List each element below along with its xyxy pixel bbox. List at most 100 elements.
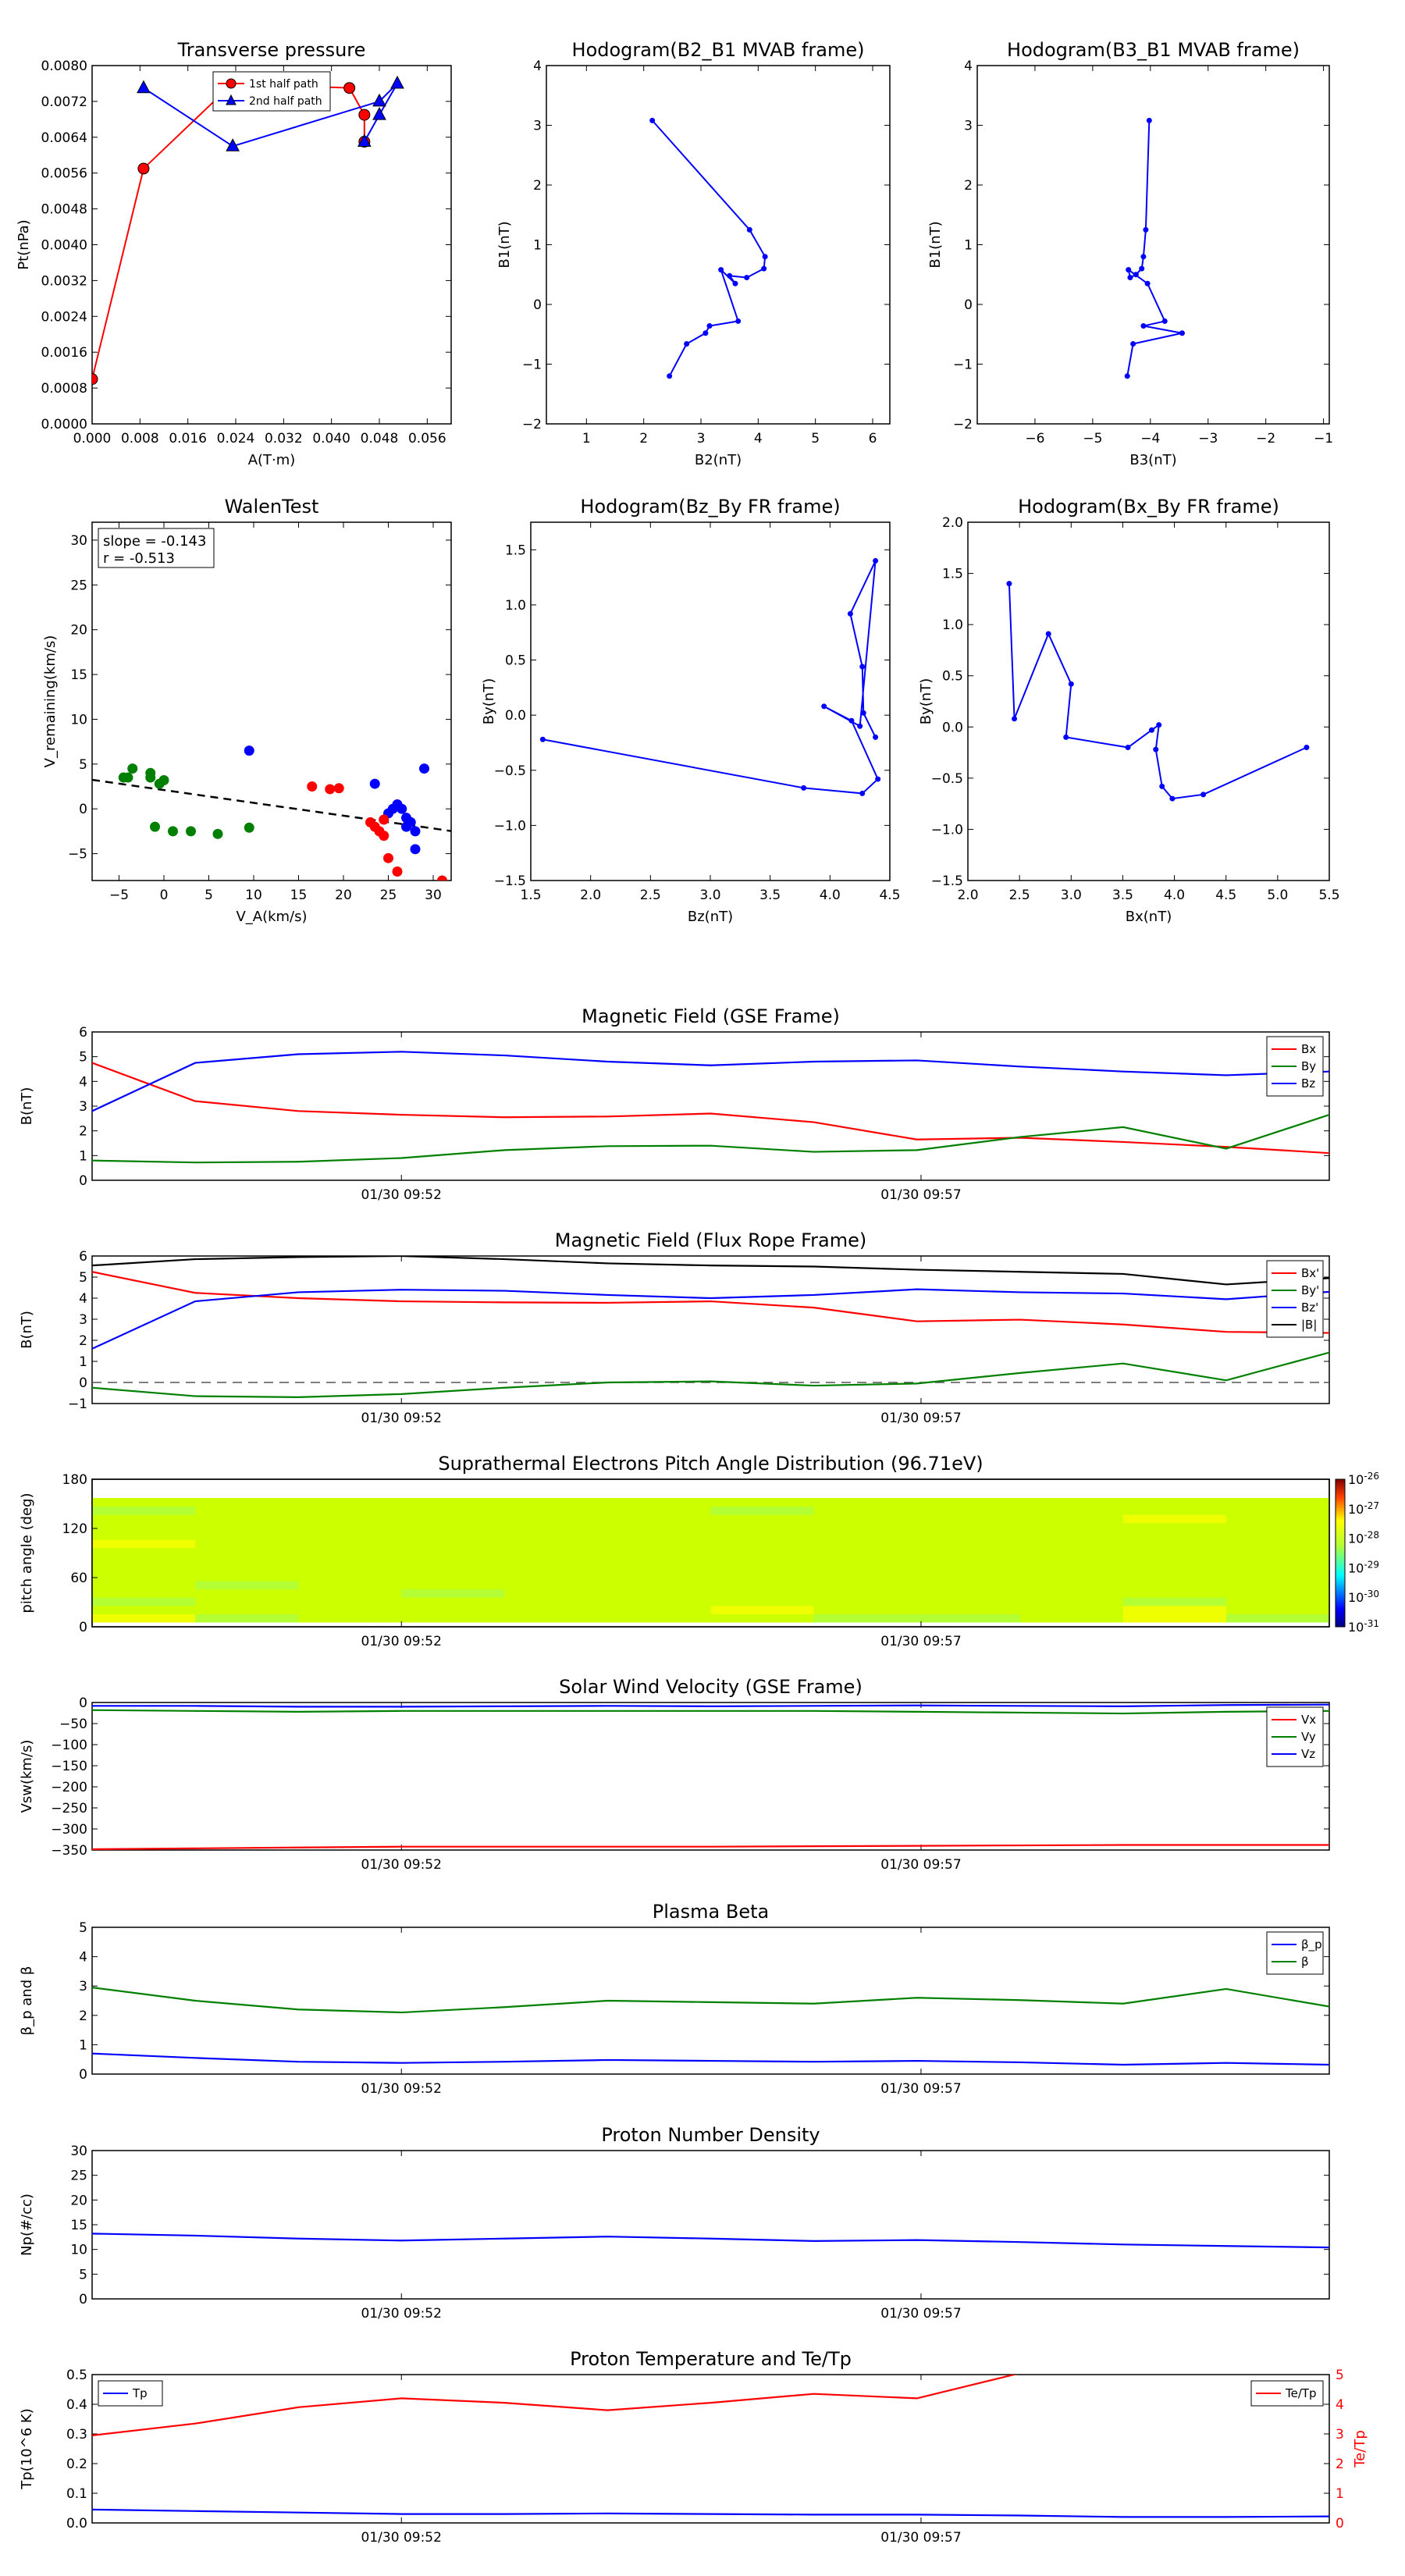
x-tick-label: 01/30 09:52 <box>361 1411 442 1426</box>
data-point <box>158 774 169 785</box>
heatmap-cell <box>92 1581 196 1590</box>
x-tick-label: 2.0 <box>957 888 978 903</box>
heatmap-cell <box>92 1531 196 1540</box>
x-tick-label: 5.0 <box>1267 888 1288 903</box>
y-tick-label: 1.0 <box>942 617 963 633</box>
x-axis-label: V_A(km/s) <box>236 909 307 925</box>
y-tick-label: 0.0080 <box>41 59 87 74</box>
legend-label: 2nd half path <box>249 95 322 108</box>
legend-label: By <box>1301 1059 1316 1073</box>
heatmap-cell <box>298 1556 402 1565</box>
x-tick-label: −4 <box>1140 431 1160 447</box>
data-point <box>379 831 389 841</box>
y-tick-label: −2 <box>953 417 973 432</box>
x-tick-label: 01/30 09:52 <box>361 1634 442 1649</box>
y-tick-label: 2 <box>79 1124 87 1140</box>
panel-h3: Hodogram(Bz_By FR frame) −1.5 −1.0 −0.5 0.0 0… <box>481 496 901 925</box>
data-point <box>212 828 223 839</box>
y-tick-label: 0.5 <box>942 669 963 685</box>
data-point <box>1156 722 1162 728</box>
x-tick-label: 10 <box>245 888 262 903</box>
y-tick-label: 5 <box>79 1920 87 1936</box>
data-point <box>369 778 380 789</box>
heatmap-cell <box>1019 1581 1124 1590</box>
data-point <box>873 734 879 740</box>
y-tick-label: 0.0 <box>942 720 963 735</box>
data-point <box>649 117 656 123</box>
heatmap-cell <box>916 1539 1021 1549</box>
heatmap-cell <box>1225 1506 1330 1515</box>
heatmap-cell <box>504 1597 608 1606</box>
chart-title: WalenTest <box>225 496 319 518</box>
y-tick-label: 10 <box>70 712 87 728</box>
x-tick-label: 1.5 <box>520 888 541 903</box>
heatmap-cell <box>1019 1564 1124 1573</box>
y-tick-label: 1 <box>79 1148 87 1164</box>
heatmap-cell <box>607 1539 711 1549</box>
panel-h1: Hodogram(B2_B1 MVAB frame) −2 −1 0 1 2 3 4 1 2 3 4 5… <box>496 39 891 468</box>
plot-area <box>91 2374 1330 2524</box>
chart-title: Hodogram(B3_B1 MVAB frame) <box>1007 39 1300 61</box>
data-point <box>168 826 178 837</box>
data-point <box>727 272 733 279</box>
y-tick-label: 10 <box>70 2243 87 2258</box>
x-tick-label: −5 <box>109 888 129 903</box>
heatmap-cell <box>710 1547 815 1557</box>
x-tick-label: 01/30 09:57 <box>880 1857 961 1873</box>
heatmap-cell <box>195 1597 299 1606</box>
y-tick-label: −5 <box>68 847 87 863</box>
data-point <box>1126 267 1132 273</box>
x-tick-label: 0.056 <box>408 431 446 447</box>
chart-title: Solar Wind Velocity (GSE Frame) <box>559 1676 863 1698</box>
x-tick-label: 0.040 <box>312 431 350 447</box>
data-point <box>762 254 768 260</box>
y-axis-label: B1(nT) <box>927 221 944 268</box>
y-tick-label: 180 <box>62 1472 87 1488</box>
data-point <box>1124 373 1130 379</box>
heatmap-cell <box>1019 1597 1124 1606</box>
heatmap-cell <box>195 1539 299 1549</box>
heatmap-cell <box>92 1589 196 1598</box>
data-point <box>343 82 356 94</box>
y-tick-label: 15 <box>70 667 87 683</box>
data-point <box>123 772 133 783</box>
y-tick-label: −0.5 <box>931 771 963 787</box>
heatmap-cell <box>710 1539 815 1549</box>
y-tick-label: 3 <box>79 1979 87 1994</box>
y-tick-label: −1 <box>953 358 973 373</box>
heatmap-cell <box>1019 1605 1124 1614</box>
data-point <box>333 783 344 794</box>
heatmap-cell <box>607 1605 711 1614</box>
heatmap-cell <box>607 1556 711 1565</box>
plot-area <box>91 65 452 425</box>
data-point <box>857 723 863 729</box>
heatmap-cell <box>504 1572 608 1582</box>
data-point <box>706 323 713 329</box>
heatmap-cell <box>1122 1506 1227 1515</box>
x-tick-label: 01/30 09:52 <box>361 2081 442 2097</box>
y-tick-label: −250 <box>51 1801 87 1816</box>
x-tick-label: 25 <box>380 888 397 903</box>
heatmap-cell <box>195 1614 299 1623</box>
plot-area <box>91 1702 1330 1851</box>
heatmap-cell <box>1122 1614 1227 1623</box>
y-tick-label: −50 <box>59 1717 87 1732</box>
legend-label: β <box>1301 1955 1309 1969</box>
heatmap-cell <box>916 1589 1021 1598</box>
y-tick-label: −1.5 <box>931 873 963 889</box>
heatmap-cell <box>92 1522 196 1532</box>
data-point <box>684 340 690 347</box>
heatmap-cell <box>401 1547 505 1557</box>
x-axis-label: B2(nT) <box>695 452 742 468</box>
heatmap-cell <box>1225 1597 1330 1606</box>
y-tick-label: 3 <box>79 1312 87 1328</box>
y-tick-label: 0.0032 <box>41 273 87 289</box>
y-tick-label: 0 <box>79 802 87 817</box>
y-tick-label: 1 <box>79 2037 87 2053</box>
heatmap-cell <box>1225 1614 1330 1623</box>
heatmap-cell <box>607 1514 711 1524</box>
heatmap-cell <box>1019 1514 1124 1524</box>
data-point <box>1127 275 1133 281</box>
y-tick-label: 1 <box>79 1354 87 1370</box>
chart-title: Proton Number Density <box>601 2124 820 2146</box>
